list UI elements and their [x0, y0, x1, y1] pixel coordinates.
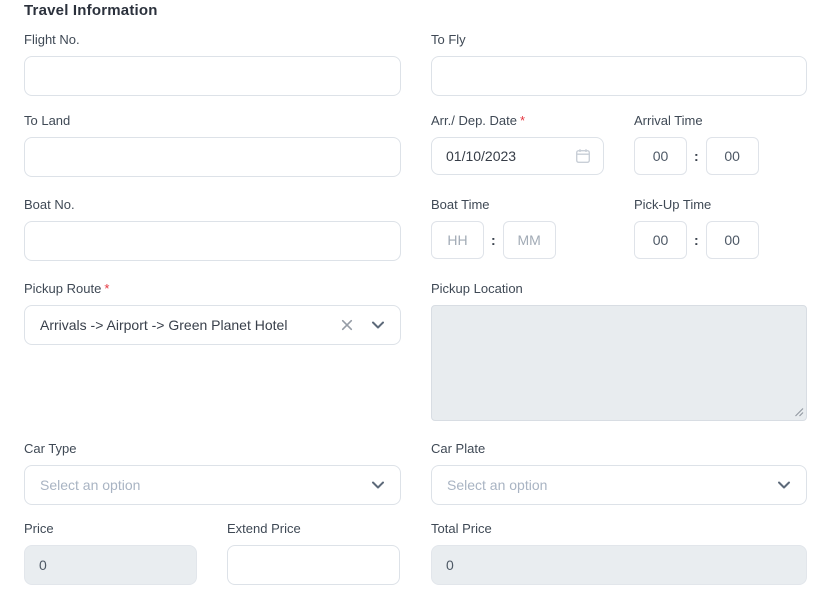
- field-car-plate: Car Plate Select an option: [431, 442, 807, 505]
- field-flight-no: Flight No.: [24, 33, 401, 96]
- resize-grip-icon[interactable]: [793, 406, 804, 417]
- field-to-land: To Land: [24, 114, 401, 177]
- time-separator: :: [694, 148, 699, 164]
- row-price: Price Extend Price Total Price: [24, 522, 807, 585]
- field-extend-price: Extend Price: [227, 522, 400, 585]
- pickup-route-label: Pickup Route*: [24, 282, 401, 296]
- field-boat-no: Boat No.: [24, 198, 401, 261]
- field-arr-dep-date: Arr./ Dep. Date*: [431, 114, 604, 175]
- pickup-route-select[interactable]: Arrivals -> Airport -> Green Planet Hote…: [24, 305, 401, 345]
- field-to-fly: To Fly: [431, 33, 807, 96]
- car-type-label: Car Type: [24, 442, 401, 456]
- clear-icon[interactable]: [340, 318, 354, 332]
- group-date-arrival: Arr./ Dep. Date*: [431, 114, 807, 177]
- to-fly-label: To Fly: [431, 33, 807, 47]
- field-car-type: Car Type Select an option: [24, 442, 401, 505]
- to-land-label: To Land: [24, 114, 401, 128]
- time-separator: :: [694, 232, 699, 248]
- group-price: Price Extend Price: [24, 522, 401, 585]
- field-price: Price: [24, 522, 197, 585]
- field-arrival-time: Arrival Time :: [634, 114, 807, 175]
- row-pickup: Pickup Route* Arrivals -> Airport -> Gre…: [24, 282, 807, 421]
- boat-time-label: Boat Time: [431, 198, 604, 212]
- row-car: Car Type Select an option Car Plate Sele…: [24, 442, 807, 505]
- boat-time-hour-input[interactable]: [431, 221, 484, 259]
- time-separator: :: [491, 232, 496, 248]
- flight-no-label: Flight No.: [24, 33, 401, 47]
- boat-time-minute-input[interactable]: [503, 221, 556, 259]
- flight-no-input[interactable]: [24, 56, 401, 96]
- boat-no-input[interactable]: [24, 221, 401, 261]
- car-plate-label: Car Plate: [431, 442, 807, 456]
- row-land-date: To Land Arr./ Dep. Date*: [24, 114, 807, 177]
- car-type-placeholder: Select an option: [40, 477, 140, 493]
- total-price-input: [431, 545, 807, 585]
- pick-up-time-label: Pick-Up Time: [634, 198, 807, 212]
- field-pick-up-time: Pick-Up Time :: [634, 198, 807, 259]
- group-boat-pickup-time: Boat Time : Pick-Up Time :: [431, 198, 807, 261]
- chevron-down-icon[interactable]: [370, 317, 386, 333]
- required-asterisk: *: [520, 113, 525, 128]
- pickup-location-label: Pickup Location: [431, 282, 807, 296]
- page-title: Travel Information: [24, 2, 807, 20]
- price-label: Price: [24, 522, 197, 536]
- pickup-route-value: Arrivals -> Airport -> Green Planet Hote…: [40, 317, 287, 333]
- row-boat: Boat No. Boat Time : Pick-Up Time: [24, 198, 807, 261]
- pick-up-time-hour-input[interactable]: [634, 221, 687, 259]
- travel-information-form: Travel Information Flight No. To Fly To …: [0, 0, 830, 585]
- car-plate-placeholder: Select an option: [447, 477, 547, 493]
- chevron-down-icon[interactable]: [776, 477, 792, 493]
- field-pickup-route: Pickup Route* Arrivals -> Airport -> Gre…: [24, 282, 401, 421]
- field-total-price: Total Price: [431, 522, 807, 585]
- total-price-label: Total Price: [431, 522, 807, 536]
- arrival-time-hour-input[interactable]: [634, 137, 687, 175]
- to-fly-input[interactable]: [431, 56, 807, 96]
- extend-price-input[interactable]: [227, 545, 400, 585]
- extend-price-label: Extend Price: [227, 522, 400, 536]
- required-asterisk: *: [104, 281, 109, 296]
- car-plate-select[interactable]: Select an option: [431, 465, 807, 505]
- to-land-input[interactable]: [24, 137, 401, 177]
- row-flight: Flight No. To Fly: [24, 33, 807, 96]
- arr-dep-date-label: Arr./ Dep. Date*: [431, 114, 604, 128]
- pickup-location-textarea: [431, 305, 807, 421]
- calendar-icon[interactable]: [575, 148, 591, 164]
- arrival-time-minute-input[interactable]: [706, 137, 759, 175]
- car-type-select[interactable]: Select an option: [24, 465, 401, 505]
- pick-up-time-minute-input[interactable]: [706, 221, 759, 259]
- price-input: [24, 545, 197, 585]
- chevron-down-icon[interactable]: [370, 477, 386, 493]
- boat-no-label: Boat No.: [24, 198, 401, 212]
- field-boat-time: Boat Time :: [431, 198, 604, 259]
- field-pickup-location: Pickup Location: [431, 282, 807, 421]
- arrival-time-label: Arrival Time: [634, 114, 807, 128]
